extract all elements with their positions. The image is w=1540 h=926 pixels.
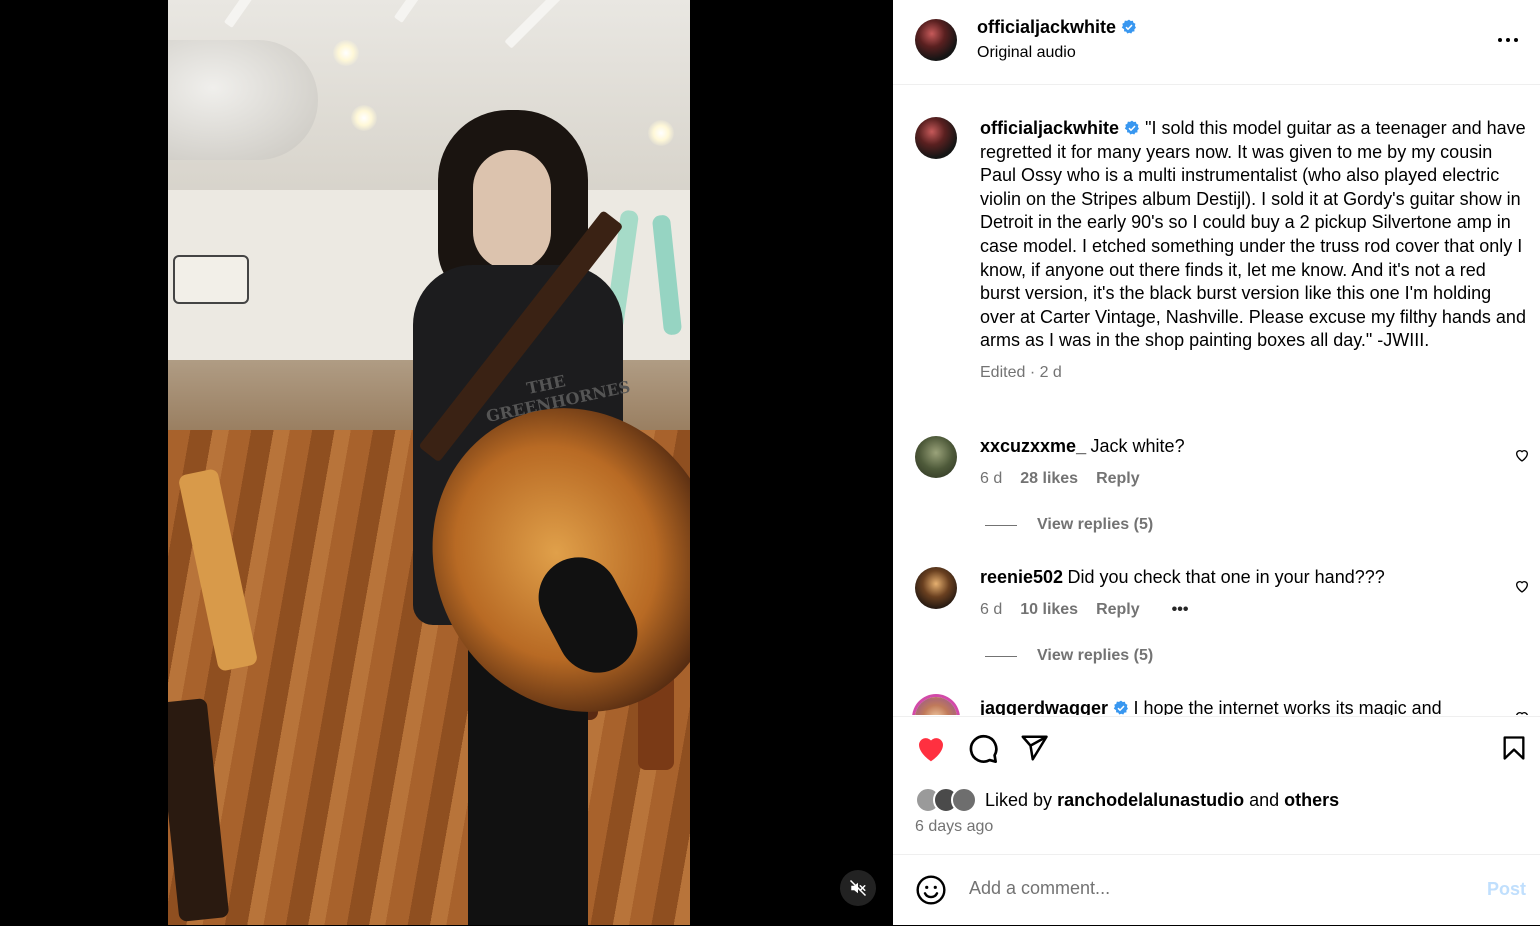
more-options-icon (1498, 38, 1518, 42)
caption-username[interactable]: officialjackwhite (980, 118, 1119, 138)
comment-more-button[interactable]: ••• (1172, 601, 1189, 619)
comment-text: I hope the internet works its magic and (1133, 698, 1442, 715)
ceiling-light (333, 40, 359, 66)
person-face (473, 150, 551, 270)
view-replies-label: View replies (5) (1037, 647, 1154, 664)
caption-meta: Edited · 2 d (980, 363, 1062, 381)
comment-bubble-icon (969, 734, 998, 763)
author-avatar[interactable] (915, 19, 957, 61)
bookmark-icon (1503, 736, 1525, 760)
heart-outline-icon (1515, 581, 1529, 593)
mute-toggle-button[interactable] (840, 870, 876, 906)
like-button[interactable] (915, 733, 947, 768)
commenter-avatar[interactable] (915, 567, 957, 609)
liker-avatars (915, 787, 977, 813)
ceiling-light (351, 105, 377, 131)
heart-filled-icon (919, 738, 943, 762)
comment-text: Jack white? (1090, 436, 1185, 456)
comment-reply-button[interactable]: Reply (1096, 601, 1140, 619)
comment-like-button[interactable] (1514, 447, 1530, 468)
ceiling-duct (168, 40, 318, 160)
emoji-smiley-icon (916, 875, 946, 905)
post-options-button[interactable] (1496, 28, 1520, 57)
heart-outline-icon (1516, 712, 1528, 715)
view-replies-label: View replies (5) (1037, 516, 1154, 533)
comment-item: jaggerdwagger I hope the internet works … (980, 698, 1442, 715)
liker-username[interactable]: ranchodelalunastudio (1057, 790, 1244, 811)
comment-item: xxcuzxxme_ Jack white? (980, 436, 1185, 457)
comment-likes-count[interactable]: 28 likes (1020, 470, 1078, 488)
comment-like-button[interactable] (1514, 578, 1530, 599)
comment-likes-count[interactable]: 10 likes (1020, 601, 1078, 619)
replies-divider (985, 524, 1017, 526)
comment-button[interactable] (967, 733, 999, 770)
commenter-avatar[interactable] (915, 436, 957, 478)
caption-text: "I sold this model guitar as a teenager … (980, 118, 1526, 351)
share-button[interactable] (1019, 733, 1049, 768)
likes-others-link[interactable]: others (1284, 790, 1339, 811)
ceiling-light (648, 120, 674, 146)
comment-input[interactable] (967, 877, 1451, 900)
comment-age: 6 d (980, 601, 1003, 618)
comment-meta: 6 d 10 likes Reply ••• (980, 601, 1188, 619)
comment-username[interactable]: xxcuzxxme_ (980, 436, 1086, 456)
replies-divider (985, 655, 1017, 657)
comment-age: 6 d (980, 470, 1003, 487)
comment-reply-button[interactable]: Reply (1096, 470, 1140, 488)
speaker-muted-icon (849, 879, 867, 897)
view-replies-button[interactable]: View replies (5) (985, 647, 1153, 665)
comment-text: Did you check that one in your hand??? (1067, 567, 1385, 587)
liker-avatar (951, 787, 977, 813)
likes-conjunction: and (1249, 789, 1280, 810)
view-replies-button[interactable]: View replies (5) (985, 516, 1153, 534)
comment-username[interactable]: reenie502 (980, 567, 1063, 587)
post-video[interactable]: THE GREENHORNES (168, 0, 690, 925)
post-caption: officialjackwhite "I sold this model gui… (980, 117, 1530, 385)
post-action-bar (893, 716, 1540, 777)
post-timestamp[interactable]: 6 days ago (915, 818, 993, 836)
verified-badge-icon (1124, 120, 1139, 135)
audio-label[interactable]: Original audio (977, 44, 1137, 62)
heart-outline-icon (1515, 450, 1529, 462)
likes-prefix: Liked by (985, 789, 1053, 810)
likes-summary: Liked by ranchodelalunastudio and others (915, 787, 1339, 813)
emoji-button[interactable] (915, 874, 947, 911)
comments-scroll-area[interactable]: officialjackwhite "I sold this model gui… (893, 85, 1540, 715)
shop-sign (173, 255, 249, 304)
comment-like-button[interactable] (1514, 709, 1530, 715)
commenter-avatar[interactable] (915, 697, 957, 715)
save-button[interactable] (1500, 733, 1528, 768)
comment-meta: 6 d 28 likes Reply (980, 470, 1140, 488)
verified-badge-icon (1113, 700, 1128, 715)
paper-plane-icon (1021, 735, 1048, 761)
verified-badge-icon (1121, 19, 1136, 34)
post-comment-button[interactable]: Post (1487, 879, 1526, 900)
author-info: officialjackwhite Original audio (977, 17, 1137, 62)
post-side-panel: officialjackwhite Original audio officia… (893, 0, 1540, 925)
author-username[interactable]: officialjackwhite (977, 17, 1116, 37)
comment-composer: Post (893, 854, 1540, 926)
comment-username[interactable]: jaggerdwagger (980, 698, 1108, 715)
post-header: officialjackwhite Original audio (893, 0, 1540, 85)
caption-author-avatar[interactable] (915, 117, 957, 159)
comment-item: reenie502 Did you check that one in your… (980, 567, 1385, 588)
media-pane: THE GREENHORNES (0, 0, 893, 925)
